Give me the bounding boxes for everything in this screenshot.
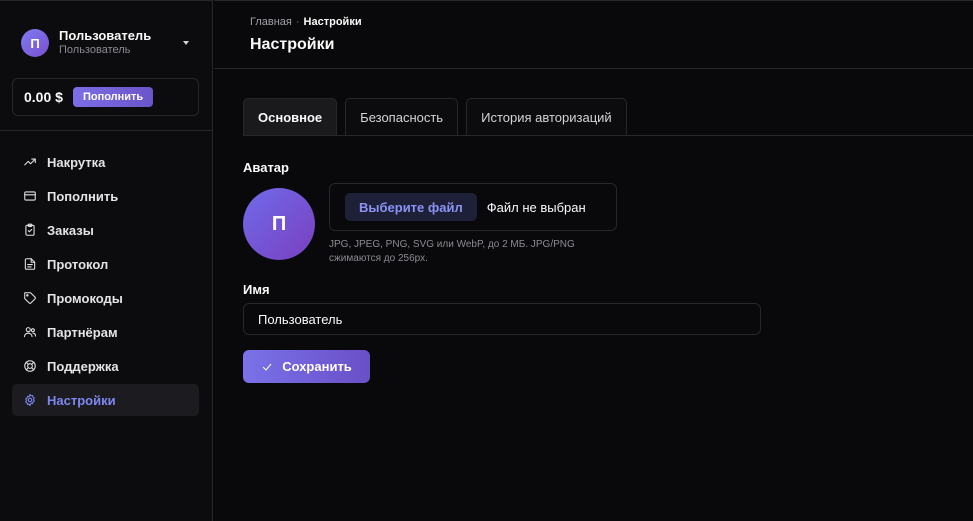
divider bbox=[0, 130, 213, 131]
tab-security[interactable]: Безопасность bbox=[345, 98, 459, 136]
topup-button[interactable]: Пополнить bbox=[72, 87, 154, 107]
sidebar-item-log[interactable]: Протокол bbox=[12, 248, 199, 280]
name-label: Имя bbox=[243, 282, 270, 297]
file-status: Файл не выбран bbox=[486, 199, 586, 215]
sidebar-item-label: Накрутка bbox=[47, 154, 106, 170]
trending-up-icon bbox=[23, 155, 37, 169]
breadcrumb-home[interactable]: Главная bbox=[250, 16, 292, 28]
tab-auth-history[interactable]: История авторизаций bbox=[466, 98, 627, 136]
sidebar-item-label: Заказы bbox=[47, 222, 94, 238]
sidebar-nav: Накрутка Пополнить Заказы Протокол Промо… bbox=[12, 146, 199, 418]
lifebuoy-icon bbox=[23, 359, 37, 373]
file-hint: JPG, JPEG, PNG, SVG или WebP, до 2 МБ. J… bbox=[329, 239, 575, 264]
balance-card: 0.00 $ Пополнить bbox=[12, 78, 199, 116]
users-icon bbox=[23, 325, 37, 339]
name-input[interactable] bbox=[243, 303, 761, 335]
sidebar: П Пользователь Пользователь 0.00 $ Попол… bbox=[0, 0, 213, 521]
choose-file-button[interactable]: Выберите файл bbox=[345, 193, 477, 221]
breadcrumb-current: Настройки bbox=[303, 16, 362, 28]
file-text-icon bbox=[23, 257, 37, 271]
user-name: Пользователь bbox=[59, 28, 152, 43]
save-button-label: Сохранить bbox=[282, 359, 352, 374]
tab-general[interactable]: Основное bbox=[243, 98, 338, 136]
breadcrumb-separator: · bbox=[295, 16, 300, 28]
avatar-preview: П bbox=[243, 188, 315, 260]
file-upload: Выберите файл Файл не выбран bbox=[329, 183, 617, 231]
tag-icon bbox=[23, 291, 37, 305]
sidebar-item-settings[interactable]: Настройки bbox=[12, 384, 199, 416]
user-menu[interactable]: П Пользователь Пользователь bbox=[21, 27, 201, 59]
sidebar-item-label: Поддержка bbox=[47, 358, 119, 374]
sidebar-item-orders[interactable]: Заказы bbox=[12, 214, 199, 246]
page-title: Настройки bbox=[250, 36, 335, 53]
settings-tabs: Основное Безопасность История авторизаци… bbox=[243, 98, 635, 136]
gear-icon bbox=[23, 393, 37, 407]
clipboard-icon bbox=[23, 223, 37, 237]
credit-card-icon bbox=[23, 189, 37, 203]
tabs-divider bbox=[243, 135, 973, 136]
chevron-down-icon[interactable] bbox=[183, 41, 189, 45]
sidebar-item-label: Настройки bbox=[47, 392, 116, 408]
balance-amount: 0.00 $ bbox=[24, 89, 63, 105]
sidebar-item-label: Протокол bbox=[47, 256, 109, 272]
user-role: Пользователь bbox=[59, 44, 131, 57]
avatar: П bbox=[21, 29, 49, 57]
sidebar-item-promocodes[interactable]: Промокоды bbox=[12, 282, 199, 314]
sidebar-item-label: Партнёрам bbox=[47, 324, 118, 340]
check-icon bbox=[262, 363, 272, 371]
sidebar-item-boost[interactable]: Накрутка bbox=[12, 146, 199, 178]
sidebar-item-label: Пополнить bbox=[47, 188, 119, 204]
sidebar-item-partners[interactable]: Партнёрам bbox=[12, 316, 199, 348]
avatar-label: Аватар bbox=[243, 160, 289, 175]
sidebar-item-topup[interactable]: Пополнить bbox=[12, 180, 199, 212]
save-button[interactable]: Сохранить bbox=[243, 350, 370, 383]
breadcrumb: Главная · Настройки bbox=[250, 16, 362, 28]
page-header: Главная · Настройки Настройки bbox=[214, 0, 973, 69]
user-info: Пользователь Пользователь bbox=[59, 28, 183, 58]
sidebar-item-support[interactable]: Поддержка bbox=[12, 350, 199, 382]
sidebar-item-label: Промокоды bbox=[47, 290, 123, 306]
